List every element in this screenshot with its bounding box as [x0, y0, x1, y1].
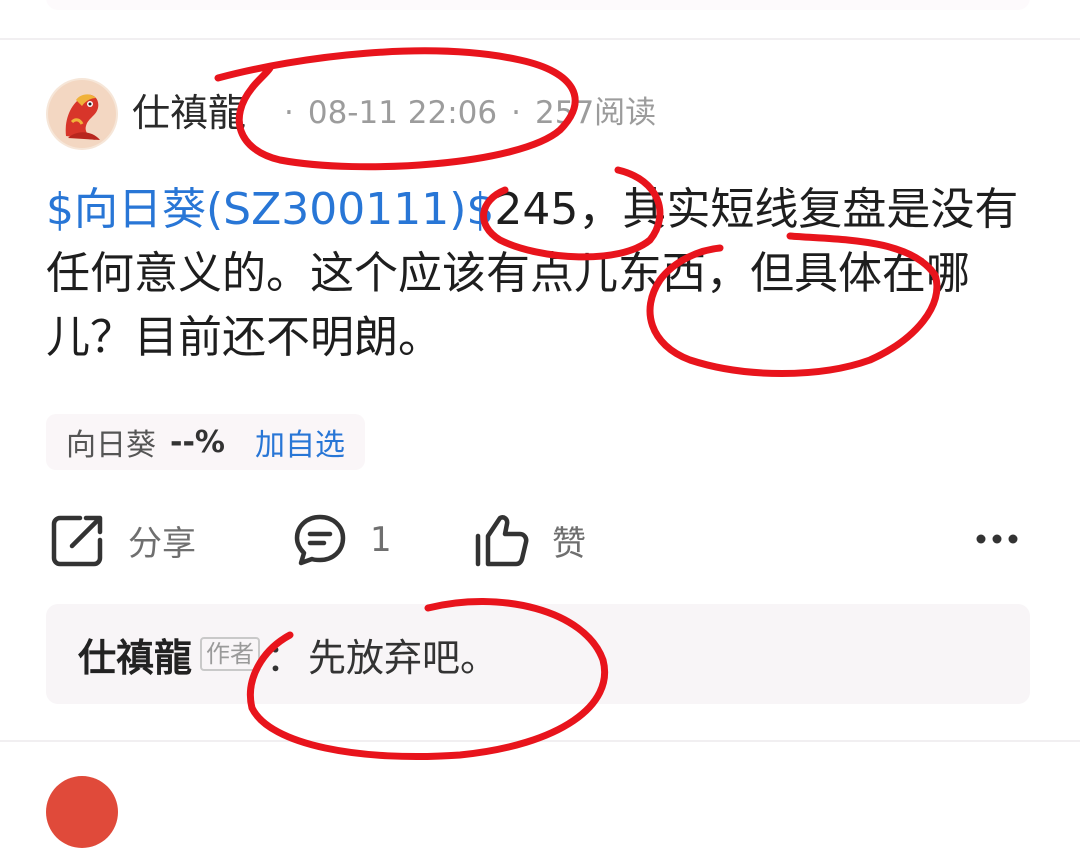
comment-button[interactable]: 1: [292, 510, 392, 570]
post-meta: · 08-11 22:06 · 257阅读: [270, 92, 656, 134]
reply-box[interactable]: 仕禛龍 作者 ： 先放弃吧。: [46, 604, 1030, 704]
post-date: 08-11 22:06: [307, 95, 498, 131]
author-avatar[interactable]: [46, 78, 118, 150]
share-label: 分享: [128, 523, 196, 564]
read-count: 257阅读: [535, 95, 657, 131]
share-button[interactable]: 分享: [50, 510, 196, 570]
stock-chip-change: --%: [170, 424, 225, 460]
previous-post-card: [46, 0, 1030, 10]
top-divider: [0, 38, 1080, 40]
more-button[interactable]: [972, 524, 1022, 558]
next-post-avatar[interactable]: [46, 776, 118, 848]
meta-separator: ·: [284, 95, 294, 131]
reply-colon: ：: [266, 635, 305, 680]
reply-author[interactable]: 仕禛龍: [78, 627, 192, 682]
stock-chip-name: 向日葵: [66, 428, 156, 463]
add-watchlist-button[interactable]: 加自选: [255, 420, 345, 464]
comment-icon: [294, 514, 346, 566]
more-icon: [976, 534, 1018, 544]
dragon-avatar-icon: [46, 78, 118, 150]
thumbs-up-icon: [475, 515, 529, 567]
post-body: $向日葵(SZ300111)$245，其实短线复盘是没有任何意义的。这个应该有点…: [46, 178, 1036, 370]
bottom-divider: [0, 740, 1080, 742]
meta-separator: ·: [511, 95, 521, 131]
like-button[interactable]: 赞: [474, 510, 586, 570]
comment-count: 1: [370, 520, 392, 560]
stock-chip[interactable]: 向日葵 --% 加自选: [46, 414, 365, 470]
reply-text: 先放弃吧。: [308, 635, 499, 680]
like-label: 赞: [552, 523, 586, 564]
author-name[interactable]: 仕禛龍: [132, 86, 246, 140]
author-tag-badge: 作者: [200, 637, 261, 671]
stock-link[interactable]: $向日葵(SZ300111)$: [46, 184, 494, 235]
share-icon: [51, 515, 103, 567]
